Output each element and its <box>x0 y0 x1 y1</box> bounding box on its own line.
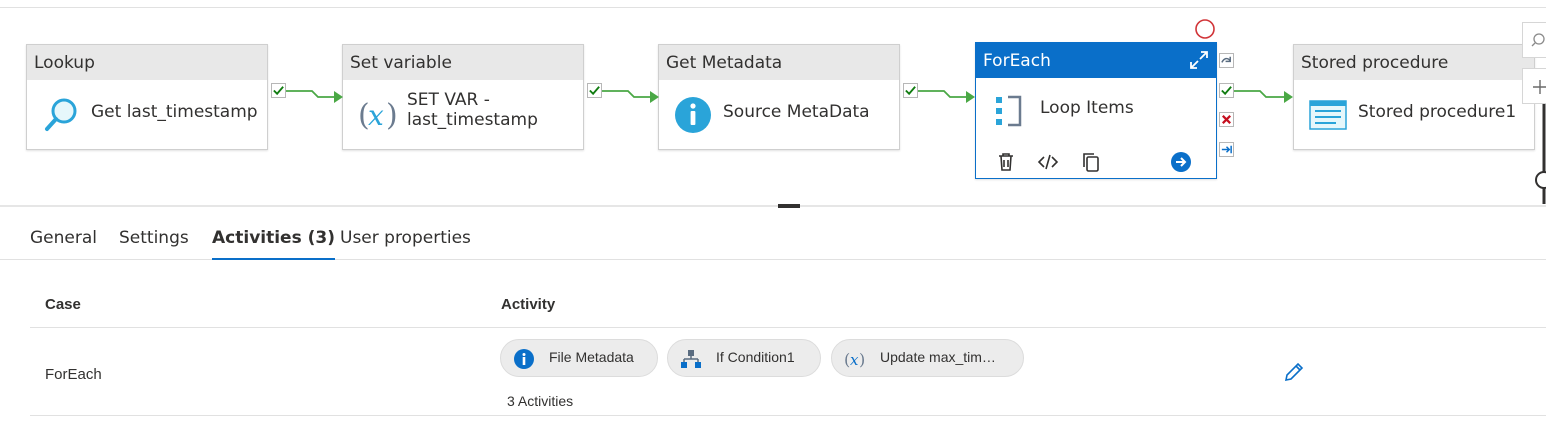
error-indicator-circle <box>1195 19 1215 39</box>
copy-icon[interactable] <box>1079 150 1103 174</box>
tab-general[interactable]: General <box>30 228 97 258</box>
activity-pill-update-variable[interactable]: ( x ) Update max_tim… <box>831 339 1024 377</box>
activity-type-label: Lookup <box>27 45 267 80</box>
activity-pill-if-condition[interactable]: If Condition1 <box>667 339 821 377</box>
check-icon <box>589 86 600 96</box>
activity-name-multiline: SET VAR - last_timestamp <box>407 90 538 130</box>
completion-output-port[interactable] <box>1219 142 1234 157</box>
svg-text:): ) <box>386 98 397 133</box>
skip-icon <box>1221 56 1231 63</box>
canvas-zoom-in-button[interactable] <box>1522 68 1546 104</box>
plus-icon <box>1533 80 1546 94</box>
svg-text:x: x <box>850 351 859 369</box>
activity-type-label: Stored procedure <box>1294 45 1534 80</box>
activity-name-line2: last_timestamp <box>407 110 538 130</box>
success-output-port[interactable] <box>587 83 602 98</box>
failure-x-icon <box>1221 114 1232 125</box>
info-icon <box>675 97 711 133</box>
success-output-port[interactable] <box>903 83 918 98</box>
expand-icon[interactable] <box>1188 49 1210 71</box>
canvas-search-button[interactable] <box>1522 22 1546 58</box>
activity-lookup[interactable]: Lookup Get last_timestamp <box>26 44 268 150</box>
if-condition-icon <box>681 350 701 368</box>
stored-procedure-icon <box>1309 100 1347 130</box>
activity-toolbar <box>976 146 1216 178</box>
activity-name-line1: SET VAR - <box>407 90 490 110</box>
navigate-into-icon[interactable] <box>1169 150 1193 174</box>
properties-tab-bar: General Settings Activities (3) User pro… <box>0 220 1546 260</box>
edit-pencil-icon[interactable] <box>1282 360 1306 384</box>
activity-type-label: ForEach <box>976 43 1216 78</box>
code-icon[interactable] <box>1036 150 1060 174</box>
success-output-port[interactable] <box>1219 83 1234 98</box>
success-output-port[interactable] <box>271 83 286 98</box>
success-connector <box>1234 90 1293 103</box>
pill-label: If Condition1 <box>716 349 795 365</box>
check-icon <box>1221 86 1232 96</box>
pipeline-canvas[interactable]: Lookup Get last_timestamp Set variable (… <box>0 0 1546 207</box>
activity-name: Loop Items <box>1040 98 1134 118</box>
delete-icon[interactable] <box>994 150 1018 174</box>
tab-user-properties[interactable]: User properties <box>340 228 471 258</box>
check-icon <box>905 86 916 96</box>
success-connector <box>602 90 659 103</box>
case-cell: ForEach <box>45 366 102 383</box>
completion-arrow-icon <box>1221 145 1232 154</box>
activity-type-label: Set variable <box>343 45 583 80</box>
table-header-row: Case Activity <box>30 286 1546 328</box>
search-icon <box>1531 33 1545 47</box>
activity-count: 3 Activities <box>507 393 574 409</box>
svg-text:): ) <box>859 350 865 369</box>
activity-stored-procedure[interactable]: Stored procedure Stored procedure1 <box>1293 44 1535 150</box>
variable-icon: ( x ) <box>358 98 397 133</box>
lookup-icon <box>45 98 77 131</box>
activity-foreach[interactable]: ForEach Loop Items <box>975 42 1217 179</box>
tab-settings[interactable]: Settings <box>119 228 189 258</box>
zoom-slider[interactable] <box>1528 104 1546 204</box>
activity-name: Source MetaData <box>723 102 870 122</box>
activity-type-label: Get Metadata <box>659 45 899 80</box>
foreach-icon <box>996 95 1022 127</box>
check-icon <box>273 86 284 96</box>
success-connector <box>286 90 343 103</box>
column-header-case: Case <box>45 296 81 313</box>
success-connector <box>918 90 975 103</box>
info-icon <box>514 349 534 369</box>
pill-label: Update max_tim… <box>880 349 996 365</box>
activity-name: Stored procedure1 <box>1358 102 1517 122</box>
variable-icon: ( x ) <box>844 350 865 369</box>
failure-output-port[interactable] <box>1219 112 1234 127</box>
tab-activities[interactable]: Activities (3) <box>212 228 335 260</box>
activity-get-metadata[interactable]: Get Metadata Source MetaData <box>658 44 900 150</box>
column-header-activity: Activity <box>501 296 556 313</box>
panel-resize-handle[interactable] <box>778 204 800 208</box>
activity-pill-file-metadata[interactable]: File Metadata <box>500 339 658 377</box>
pill-label: File Metadata <box>549 349 634 365</box>
activity-name: Get last_timestamp <box>91 102 258 122</box>
activity-set-variable[interactable]: Set variable ( x ) SET VAR - last_timest… <box>342 44 584 150</box>
svg-text:x: x <box>368 99 384 132</box>
table-row: ForEach File Metadata If Condition1 ( x … <box>30 328 1546 416</box>
skipped-output-port[interactable] <box>1219 53 1234 68</box>
canvas-top-border <box>0 7 1546 8</box>
